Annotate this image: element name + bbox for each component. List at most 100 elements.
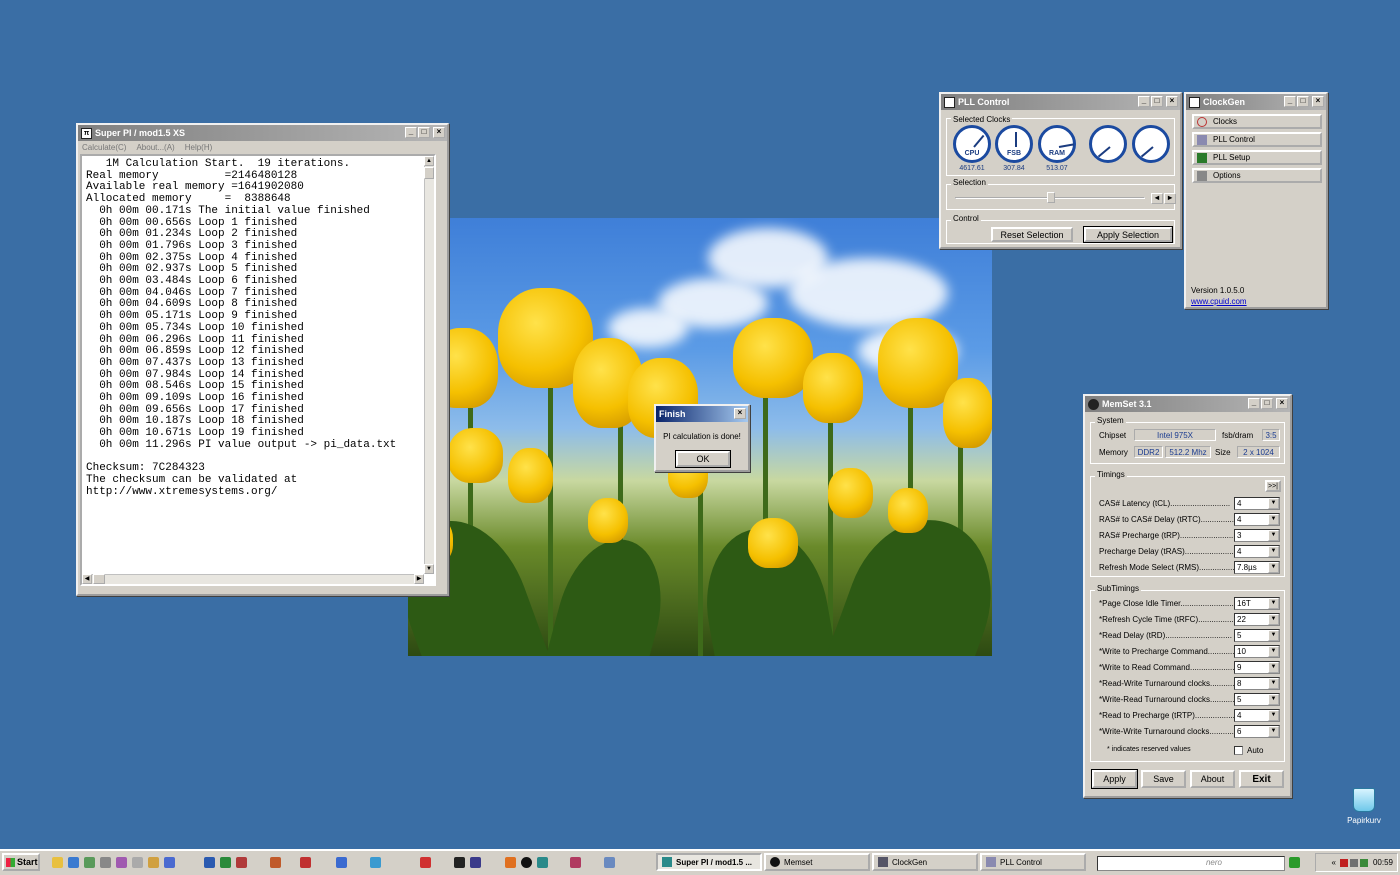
quicklaunch-folder-icon[interactable] bbox=[52, 857, 63, 868]
quicklaunch-tool-icon[interactable] bbox=[100, 857, 111, 868]
quicklaunch-cpuz-icon[interactable] bbox=[470, 857, 481, 868]
subtiming-select[interactable]: 16T ▼ bbox=[1234, 597, 1280, 610]
chevron-down-icon[interactable]: ▼ bbox=[1268, 546, 1279, 557]
horizontal-scrollbar[interactable]: ◀ ▶ bbox=[82, 574, 424, 584]
subtiming-select[interactable]: 22 ▼ bbox=[1234, 613, 1280, 626]
timing-select[interactable]: 7.8µs ▼ bbox=[1234, 561, 1280, 574]
clocks-button[interactable]: Clocks bbox=[1192, 114, 1322, 129]
chevron-down-icon[interactable]: ▼ bbox=[1268, 598, 1279, 609]
maximize-button[interactable]: □ bbox=[418, 127, 430, 138]
quicklaunch-ie-icon[interactable] bbox=[68, 857, 79, 868]
clockgen-titlebar[interactable]: ClockGen _ □ × bbox=[1186, 94, 1326, 110]
quicklaunch-app4-icon[interactable] bbox=[420, 857, 431, 868]
quicklaunch-memset-icon[interactable] bbox=[521, 857, 532, 868]
chevron-down-icon[interactable]: ▼ bbox=[1268, 530, 1279, 541]
quicklaunch-edit-icon[interactable] bbox=[164, 857, 175, 868]
pll-control-button[interactable]: PLL Control bbox=[1192, 132, 1322, 147]
search-go-icon[interactable] bbox=[1289, 857, 1300, 868]
menu-help[interactable]: Help(H) bbox=[185, 143, 213, 152]
chevron-down-icon[interactable]: ▼ bbox=[1268, 694, 1279, 705]
subtiming-select[interactable]: 9 ▼ bbox=[1234, 661, 1280, 674]
scroll-down-arrow-icon[interactable]: ▼ bbox=[424, 564, 434, 574]
subtiming-select[interactable]: 5 ▼ bbox=[1234, 629, 1280, 642]
quicklaunch-excel-icon[interactable] bbox=[220, 857, 231, 868]
quicklaunch-word-icon[interactable] bbox=[204, 857, 215, 868]
tray-shield-icon[interactable] bbox=[1359, 858, 1368, 867]
exit-button[interactable]: Exit bbox=[1239, 770, 1284, 788]
chevron-down-icon[interactable]: ▼ bbox=[1268, 630, 1279, 641]
options-button[interactable]: Options bbox=[1192, 168, 1322, 183]
task-pll-control[interactable]: PLL Control bbox=[980, 853, 1086, 871]
chevron-down-icon[interactable]: ▼ bbox=[1268, 710, 1279, 721]
apply-selection-button[interactable]: Apply Selection bbox=[1083, 226, 1173, 243]
finish-titlebar[interactable]: Finish × bbox=[656, 406, 748, 422]
maximize-button[interactable]: □ bbox=[1297, 96, 1309, 107]
cpuid-link[interactable]: www.cpuid.com bbox=[1191, 297, 1247, 306]
quicklaunch-media-icon[interactable] bbox=[336, 857, 347, 868]
close-button[interactable]: × bbox=[433, 127, 445, 138]
subtiming-select[interactable]: 4 ▼ bbox=[1234, 709, 1280, 722]
quicklaunch-app-icon[interactable] bbox=[116, 857, 127, 868]
quicklaunch-superpi-icon[interactable] bbox=[537, 857, 548, 868]
nero-search-input[interactable]: nero bbox=[1097, 856, 1285, 871]
subtiming-select[interactable]: 5 ▼ bbox=[1234, 693, 1280, 706]
quicklaunch-app3-icon[interactable] bbox=[300, 857, 311, 868]
apply-button[interactable]: Apply bbox=[1091, 769, 1138, 789]
chevron-down-icon[interactable]: ▼ bbox=[1268, 662, 1279, 673]
task-memset[interactable]: Memset bbox=[764, 853, 870, 871]
menu-about[interactable]: About...(A) bbox=[136, 143, 174, 152]
quicklaunch-window-icon[interactable] bbox=[132, 857, 143, 868]
subtiming-select[interactable]: 8 ▼ bbox=[1234, 677, 1280, 690]
expand-timings-button[interactable]: >>| bbox=[1265, 480, 1281, 492]
slider-right-arrow-icon[interactable]: ▸ bbox=[1164, 193, 1176, 204]
vertical-scrollbar[interactable]: ▲ ▼ bbox=[424, 156, 434, 574]
tray-network-icon[interactable] bbox=[1349, 858, 1358, 867]
task-superpi[interactable]: Super PI / mod1.5 ... bbox=[656, 853, 762, 871]
quicklaunch-globe-icon[interactable] bbox=[370, 857, 381, 868]
task-clockgen[interactable]: ClockGen bbox=[872, 853, 978, 871]
minimize-button[interactable]: _ bbox=[1284, 96, 1296, 107]
about-button[interactable]: About bbox=[1190, 770, 1235, 788]
minimize-button[interactable]: _ bbox=[1248, 398, 1260, 409]
superpi-titlebar[interactable]: π Super PI / mod1.5 XS _ □ × bbox=[78, 125, 447, 141]
quicklaunch-app7-icon[interactable] bbox=[604, 857, 615, 868]
scroll-up-arrow-icon[interactable]: ▲ bbox=[424, 156, 434, 166]
maximize-button[interactable]: □ bbox=[1261, 398, 1273, 409]
scroll-thumb[interactable] bbox=[424, 167, 434, 179]
chevron-down-icon[interactable]: ▼ bbox=[1268, 562, 1279, 573]
timing-select[interactable]: 4 ▼ bbox=[1234, 513, 1280, 526]
scroll-right-arrow-icon[interactable]: ▶ bbox=[414, 574, 424, 584]
superpi-output-area[interactable]: 1M Calculation Start. 19 iterations. Rea… bbox=[80, 154, 436, 586]
quicklaunch-app6-icon[interactable] bbox=[570, 857, 581, 868]
chevron-down-icon[interactable]: ▼ bbox=[1268, 726, 1279, 737]
tray-clock[interactable]: 00:59 bbox=[1373, 858, 1393, 867]
quicklaunch-mail-icon[interactable] bbox=[148, 857, 159, 868]
recycle-bin-desktop-icon[interactable]: Papirkurv bbox=[1342, 788, 1386, 825]
maximize-button[interactable]: □ bbox=[1151, 96, 1163, 107]
close-button[interactable]: × bbox=[1166, 96, 1178, 107]
close-button[interactable]: × bbox=[1312, 96, 1324, 107]
quicklaunch-app2-icon[interactable] bbox=[270, 857, 281, 868]
chevron-down-icon[interactable]: ▼ bbox=[1268, 498, 1279, 509]
selection-slider-thumb[interactable] bbox=[1047, 192, 1055, 203]
hscroll-thumb[interactable] bbox=[93, 574, 105, 584]
minimize-button[interactable]: _ bbox=[405, 127, 417, 138]
quicklaunch-search-icon[interactable] bbox=[84, 857, 95, 868]
auto-checkbox[interactable] bbox=[1234, 746, 1243, 755]
timing-select[interactable]: 3 ▼ bbox=[1234, 529, 1280, 542]
quicklaunch-app5-icon[interactable] bbox=[505, 857, 516, 868]
chevron-down-icon[interactable]: ▼ bbox=[1268, 678, 1279, 689]
slider-left-arrow-icon[interactable]: ◂ bbox=[1151, 193, 1163, 204]
start-button[interactable]: Start bbox=[2, 853, 40, 871]
subtiming-select[interactable]: 6 ▼ bbox=[1234, 725, 1280, 738]
memset-titlebar[interactable]: MemSet 3.1 _ □ × bbox=[1085, 396, 1290, 412]
ok-button[interactable]: OK bbox=[675, 450, 731, 468]
tray-antivirus-icon[interactable] bbox=[1339, 858, 1348, 867]
minimize-button[interactable]: _ bbox=[1138, 96, 1150, 107]
subtiming-select[interactable]: 10 ▼ bbox=[1234, 645, 1280, 658]
scroll-left-arrow-icon[interactable]: ◀ bbox=[82, 574, 92, 584]
timing-select[interactable]: 4 ▼ bbox=[1234, 497, 1280, 510]
chevron-down-icon[interactable]: ▼ bbox=[1268, 614, 1279, 625]
tray-expand-button[interactable]: « bbox=[1332, 858, 1336, 867]
close-button[interactable]: × bbox=[1276, 398, 1288, 409]
